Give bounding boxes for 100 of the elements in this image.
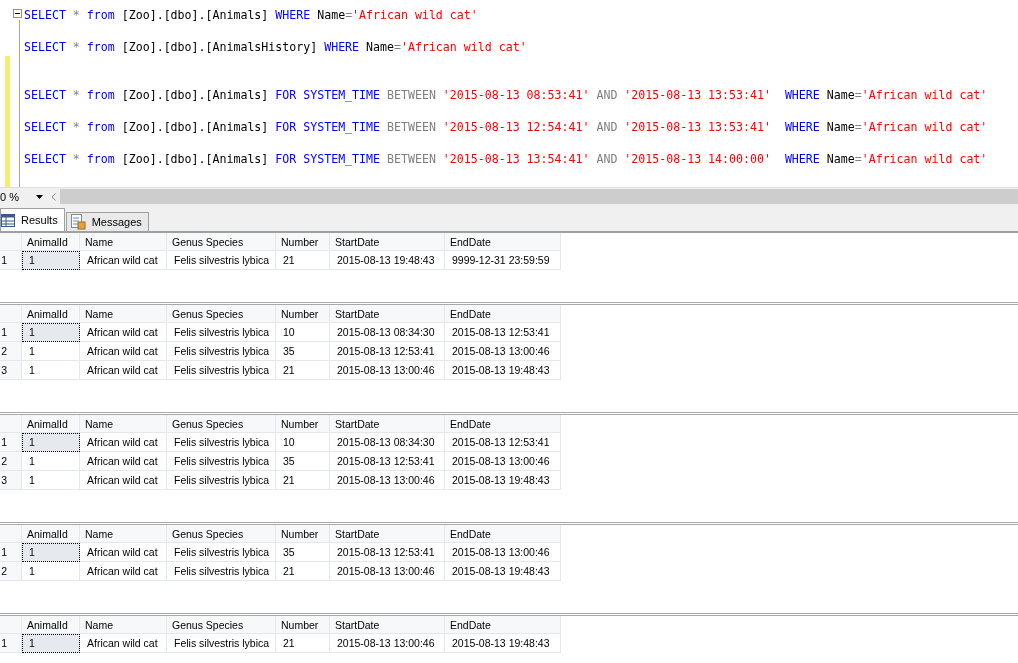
table-cell: African wild cat xyxy=(80,634,167,653)
column-header[interactable]: Name xyxy=(80,305,167,323)
grid-icon xyxy=(1,213,15,227)
row-header[interactable]: 3 xyxy=(0,471,22,490)
table-cell: 1 xyxy=(22,634,80,653)
table-cell: Felis silvestris lybica xyxy=(167,433,276,452)
table-cell: African wild cat xyxy=(80,471,167,490)
table-cell: 1 xyxy=(22,342,80,361)
column-header[interactable]: Number xyxy=(276,525,330,543)
column-header[interactable]: Number xyxy=(276,415,330,433)
caret-icon xyxy=(36,194,43,199)
table-cell: 10 xyxy=(276,323,330,342)
column-header[interactable]: Genus Species xyxy=(167,415,276,433)
table-cell: 2015-08-13 08:34:30 xyxy=(330,323,445,342)
table-cell: Felis silvestris lybica xyxy=(167,543,276,562)
column-header[interactable]: StartDate xyxy=(330,415,445,433)
table-cell: 21 xyxy=(276,562,330,581)
table-cell: 2015-08-13 12:53:41 xyxy=(445,433,561,452)
table-cell: African wild cat xyxy=(80,342,167,361)
table-cell: 21 xyxy=(276,634,330,653)
header-corner xyxy=(0,415,22,433)
column-header[interactable]: AnimalId xyxy=(22,525,80,543)
column-header[interactable]: StartDate xyxy=(330,305,445,323)
column-header[interactable]: Number xyxy=(276,305,330,323)
code-line: SELECT * from [Zoo].[dbo].[Animals] FOR SYSTEM_TIME BETWEEN '2015-08-13 12:54:41' AND '2015-08-13 13:53:41' WHERE Name='African wild cat' xyxy=(23,119,988,135)
column-header[interactable]: EndDate xyxy=(445,616,561,634)
table-cell: African wild cat xyxy=(80,562,167,581)
column-header[interactable]: StartDate xyxy=(330,525,445,543)
row-header[interactable]: 3 xyxy=(0,361,22,380)
column-header[interactable]: Genus Species xyxy=(167,616,276,634)
table-cell: 2015-08-13 08:34:30 xyxy=(330,433,445,452)
table-cell: 2015-08-13 13:00:46 xyxy=(330,471,445,490)
row-header[interactable]: 2 xyxy=(0,342,22,361)
column-header[interactable]: Name xyxy=(80,616,167,634)
column-header[interactable]: Name xyxy=(80,525,167,543)
column-header[interactable]: StartDate xyxy=(330,616,445,634)
row-header[interactable]: 1 xyxy=(0,634,22,653)
table-cell: 2015-08-13 12:53:41 xyxy=(445,323,561,342)
table-cell: 1 xyxy=(22,452,80,471)
column-header[interactable]: Number xyxy=(276,233,330,251)
table-cell: 2015-08-13 19:48:43 xyxy=(445,562,561,581)
table-cell: 2015-08-13 12:53:41 xyxy=(330,452,445,471)
table-cell: 9999-12-31 23:59:59 xyxy=(445,251,561,270)
table-cell: Felis silvestris lybica xyxy=(167,634,276,653)
table-cell: 10 xyxy=(276,433,330,452)
row-header[interactable]: 2 xyxy=(0,452,22,471)
column-header[interactable]: EndDate xyxy=(445,233,561,251)
table-cell: 2015-08-13 19:48:43 xyxy=(445,634,561,653)
table-cell: 2015-08-13 13:00:46 xyxy=(330,634,445,653)
column-header[interactable]: AnimalId xyxy=(22,415,80,433)
table-cell: 2015-08-13 13:00:46 xyxy=(330,562,445,581)
row-header[interactable]: 1 xyxy=(0,251,22,270)
column-header[interactable]: EndDate xyxy=(445,525,561,543)
table-cell: African wild cat xyxy=(80,323,167,342)
column-header[interactable]: Genus Species xyxy=(167,525,276,543)
table-cell: 2015-08-13 19:48:43 xyxy=(330,251,445,270)
tab[interactable]: Results xyxy=(0,208,65,231)
column-header[interactable]: Number xyxy=(276,616,330,634)
table-cell: 1 xyxy=(22,323,80,342)
row-header[interactable]: 2 xyxy=(0,562,22,581)
column-header[interactable]: Name xyxy=(80,233,167,251)
table-cell: 2015-08-13 12:53:41 xyxy=(330,543,445,562)
table-cell: 21 xyxy=(276,361,330,380)
table-cell: African wild cat xyxy=(80,452,167,471)
column-header[interactable]: Name xyxy=(80,415,167,433)
column-header[interactable]: EndDate xyxy=(445,305,561,323)
table-cell: 35 xyxy=(276,452,330,471)
table-cell: Felis silvestris lybica xyxy=(167,471,276,490)
column-header[interactable]: Genus Species xyxy=(167,233,276,251)
collapse-icon[interactable] xyxy=(13,9,22,18)
table-cell: 1 xyxy=(22,543,80,562)
row-header[interactable]: 1 xyxy=(0,323,22,342)
table-cell: African wild cat xyxy=(80,433,167,452)
table-cell: 2015-08-13 19:48:43 xyxy=(445,471,561,490)
scroll-left-icon[interactable] xyxy=(50,192,56,201)
table-cell: 2015-08-13 13:00:46 xyxy=(445,342,561,361)
table-cell: Felis silvestris lybica xyxy=(167,361,276,380)
table-cell: 2015-08-13 13:00:46 xyxy=(330,361,445,380)
column-header[interactable]: AnimalId xyxy=(22,616,80,634)
table-cell: 35 xyxy=(276,342,330,361)
column-header[interactable]: AnimalId xyxy=(22,233,80,251)
table-cell: 2015-08-13 19:48:43 xyxy=(445,361,561,380)
row-header[interactable]: 1 xyxy=(0,543,22,562)
column-header[interactable]: AnimalId xyxy=(22,305,80,323)
column-header[interactable]: EndDate xyxy=(445,415,561,433)
table-cell: 1 xyxy=(22,433,80,452)
table-cell: Felis silvestris lybica xyxy=(167,562,276,581)
column-header[interactable]: StartDate xyxy=(330,233,445,251)
table-cell: Felis silvestris lybica xyxy=(167,251,276,270)
table-cell: African wild cat xyxy=(80,361,167,380)
column-header[interactable]: Genus Species xyxy=(167,305,276,323)
row-header[interactable]: 1 xyxy=(0,433,22,452)
table-cell: Felis silvestris lybica xyxy=(167,342,276,361)
table-cell: 1 xyxy=(22,562,80,581)
header-corner xyxy=(0,525,22,543)
table-cell: Felis silvestris lybica xyxy=(167,452,276,471)
code-line: SELECT * from [Zoo].[dbo].[Animals] WHERE Name='African wild cat' xyxy=(23,7,479,23)
header-corner xyxy=(0,616,22,634)
tab[interactable]: Messages xyxy=(65,212,149,231)
table-cell: 1 xyxy=(22,471,80,490)
